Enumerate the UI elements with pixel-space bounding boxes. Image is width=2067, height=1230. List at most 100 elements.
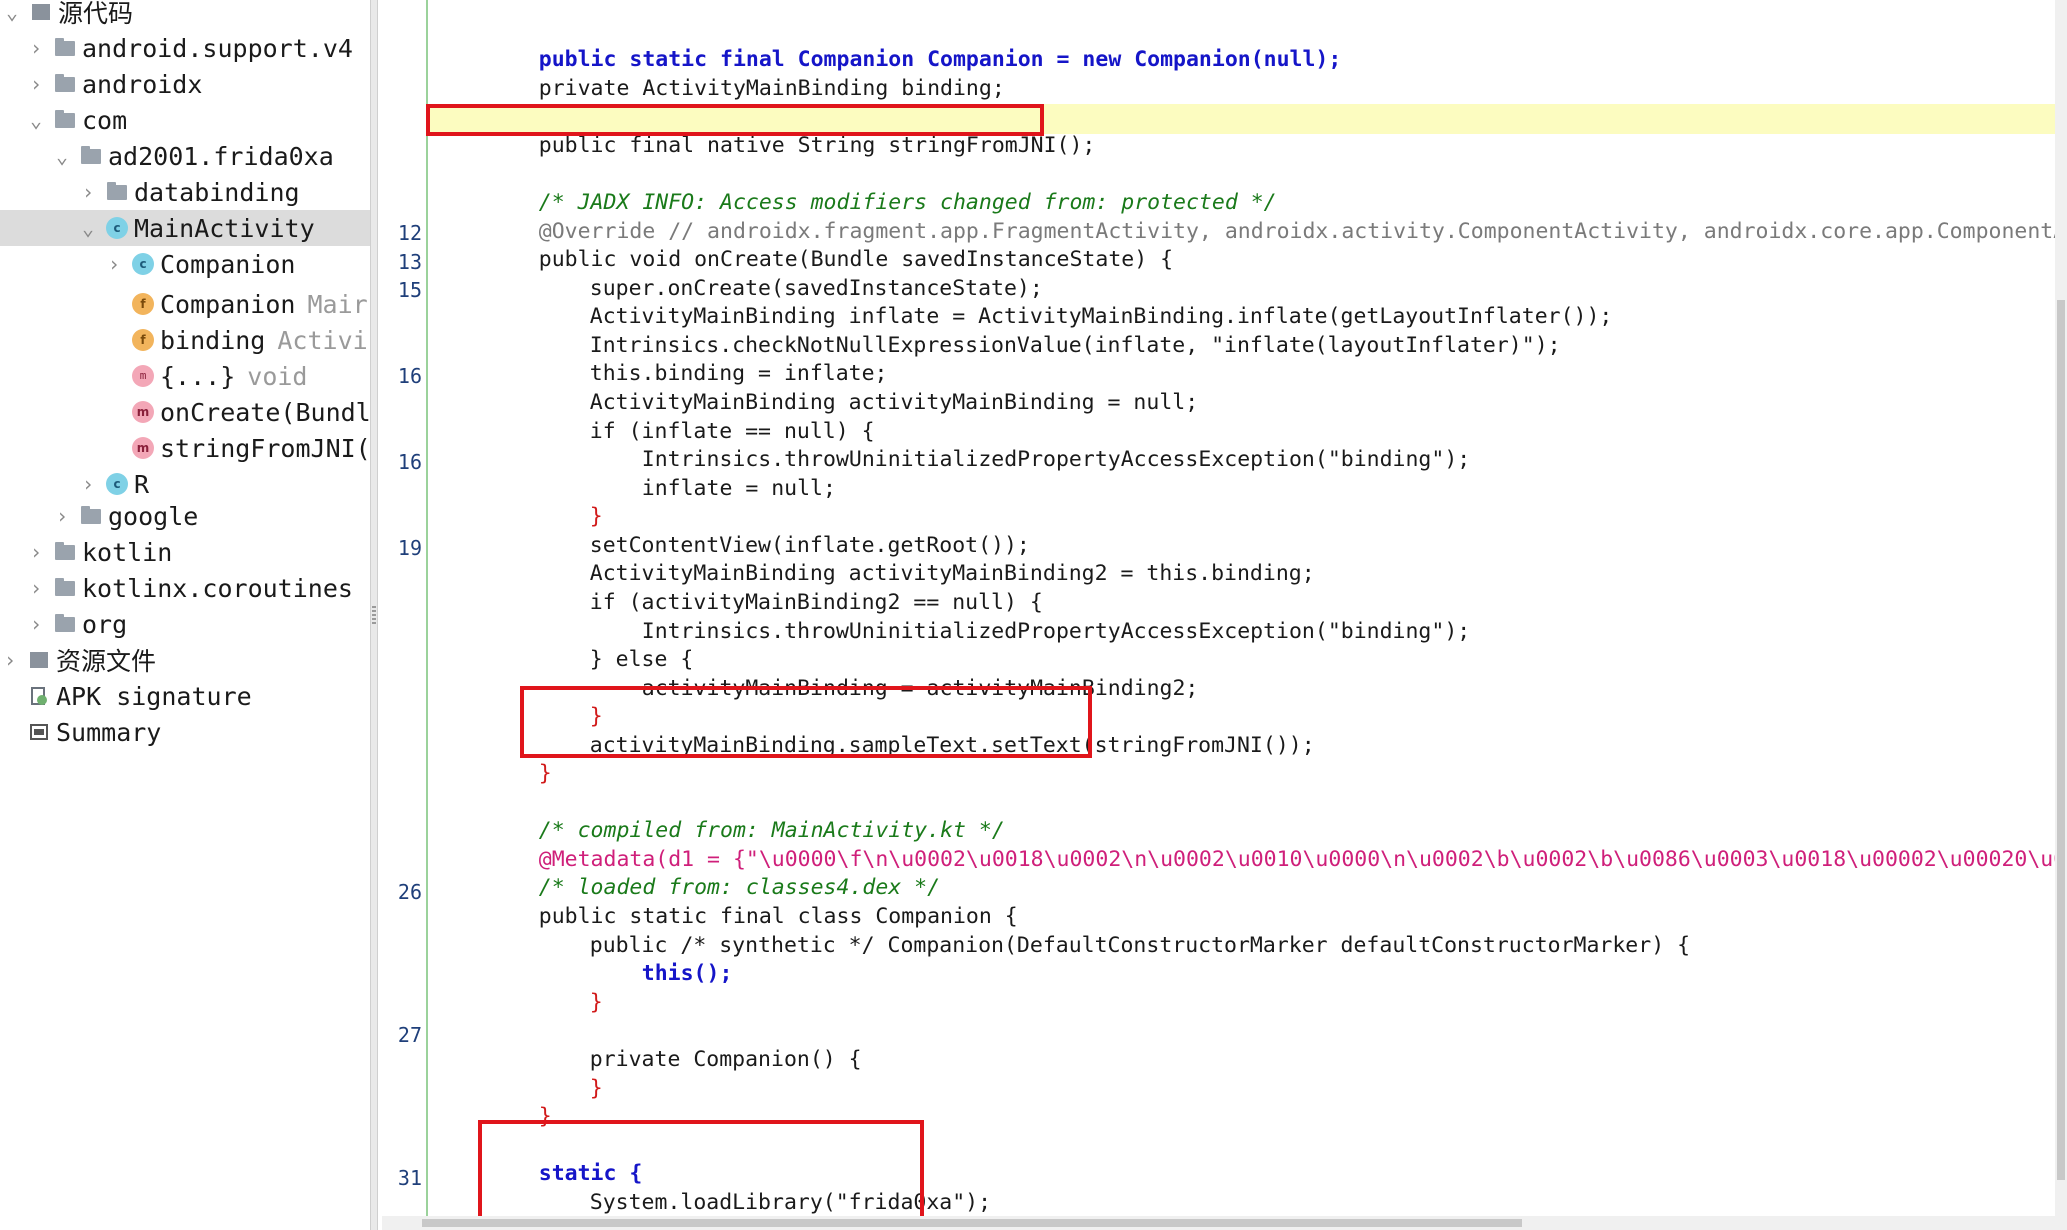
- package-folder-icon: [54, 73, 76, 95]
- code-line[interactable]: }: [487, 1075, 552, 1129]
- code-line[interactable]: public static final class Companion {: [487, 875, 1018, 929]
- chevron-down-icon[interactable]: ⌄: [52, 144, 72, 168]
- line-number-gutter: 12 13 15 16 16 19 26 27 31: [382, 0, 428, 1230]
- field-icon: f: [132, 329, 154, 351]
- chevron-down-icon[interactable]: ⌄: [78, 216, 98, 240]
- tree-item-kotlinx[interactable]: › kotlinx.coroutines: [0, 570, 370, 606]
- tree-item-resources[interactable]: › 资源文件: [0, 642, 370, 678]
- code-line[interactable]: }: [538, 1047, 603, 1101]
- code-line[interactable]: }: [538, 675, 603, 729]
- code-editor[interactable]: 12 13 15 16 16 19 26 27 31 public static…: [382, 0, 2067, 1230]
- line-number: 26: [397, 880, 422, 904]
- tree-item-google[interactable]: › google: [0, 498, 370, 534]
- splitter-grip[interactable]: [372, 606, 376, 626]
- code-line[interactable]: ActivityMainBinding activityMainBinding …: [538, 361, 1198, 415]
- tree-item-source[interactable]: ⌄ 源代码: [0, 0, 370, 30]
- code-comment[interactable]: /* JADX INFO: Access modifiers changed f…: [487, 161, 1277, 215]
- code-line[interactable]: if (inflate == null) {: [538, 390, 875, 444]
- code-line[interactable]: inflate = null;: [590, 447, 836, 501]
- chevron-right-icon[interactable]: ›: [78, 180, 98, 204]
- summary-icon: [28, 721, 50, 743]
- tree-item-binding-field[interactable]: f binding Activi: [0, 322, 370, 358]
- method-icon: m: [132, 401, 154, 423]
- chevron-right-icon[interactable]: ›: [26, 576, 46, 600]
- class-icon: c: [106, 473, 128, 495]
- code-line[interactable]: public /* synthetic */ Companion(Default…: [538, 904, 1690, 958]
- chevron-right-icon[interactable]: ›: [104, 252, 124, 276]
- code-line[interactable]: }: [487, 732, 552, 786]
- chevron-right-icon[interactable]: ›: [26, 612, 46, 636]
- code-comment[interactable]: /* compiled from: MainActivity.kt */: [487, 789, 1005, 843]
- tree-item-kotlin[interactable]: › kotlin: [0, 534, 370, 570]
- chevron-right-icon[interactable]: ›: [78, 472, 98, 496]
- code-line[interactable]: private Companion() {: [538, 1018, 862, 1072]
- tree-item-databinding[interactable]: › databinding: [0, 174, 370, 210]
- chevron-right-icon[interactable]: ›: [26, 36, 46, 60]
- tree-item-ad2001[interactable]: ⌄ ad2001.frida0xa: [0, 138, 370, 174]
- scrollbar-thumb[interactable]: [422, 1219, 1522, 1227]
- code-line[interactable]: }: [538, 961, 603, 1015]
- tree-item-label: databinding: [134, 177, 300, 207]
- code-text: this();: [641, 961, 733, 986]
- code-text: public final native String stringFromJNI…: [538, 133, 1096, 158]
- code-line[interactable]: this.binding = inflate;: [538, 332, 888, 386]
- tree-item-org[interactable]: › org: [0, 606, 370, 642]
- tree-item-label: com: [82, 105, 128, 135]
- horizontal-scrollbar[interactable]: [382, 1216, 2055, 1230]
- code-line-static-block[interactable]: static {: [487, 1132, 643, 1186]
- code-line-native-method[interactable]: public final native String stringFromJNI…: [487, 104, 1096, 158]
- tree-item-r[interactable]: › c R: [0, 466, 370, 502]
- code-line[interactable]: public static final Companion Companion …: [487, 18, 1342, 72]
- chevron-right-icon[interactable]: ›: [26, 540, 46, 564]
- tree-item-android-support[interactable]: › android.support.v4: [0, 30, 370, 66]
- code-line[interactable]: this();: [590, 932, 733, 986]
- code-line[interactable]: activityMainBinding = activityMainBindin…: [590, 647, 1199, 701]
- tree-item-summary[interactable]: Summary: [0, 714, 370, 750]
- chevron-right-icon[interactable]: ›: [52, 504, 72, 528]
- code-line[interactable]: }: [487, 1189, 552, 1230]
- tree-item-label: stringFromJNI(: [160, 433, 370, 463]
- code-line[interactable]: ActivityMainBinding activityMainBinding2…: [538, 532, 1315, 586]
- code-line[interactable]: Intrinsics.throwUninitializedPropertyAcc…: [590, 418, 1470, 472]
- vertical-scrollbar[interactable]: [2055, 0, 2067, 1230]
- code-line-settext[interactable]: activityMainBinding.sampleText.setText(s…: [538, 704, 1315, 758]
- code-line[interactable]: if (activityMainBinding2 == null) {: [538, 561, 1043, 615]
- tree-item-static-init[interactable]: m {...} void: [0, 358, 370, 394]
- tree-item-stringfromjni[interactable]: m stringFromJNI(: [0, 430, 370, 466]
- code-line[interactable]: ActivityMainBinding inflate = ActivityMa…: [538, 275, 1613, 329]
- code-line-loadlibrary[interactable]: System.loadLibrary("frida0xa");: [538, 1161, 991, 1215]
- code-comment[interactable]: /* loaded from: classes4.dex */: [487, 846, 940, 900]
- code-line[interactable]: private ActivityMainBinding binding;: [487, 47, 1005, 101]
- chevron-down-icon[interactable]: ⌄: [26, 108, 46, 132]
- tree-item-label: kotlin: [82, 537, 173, 567]
- tree-item-label: APK signature: [56, 681, 252, 711]
- code-annotation[interactable]: @Metadata(d1 = {"\u0000\f\n\u0002\u0018\…: [487, 818, 2067, 872]
- chevron-right-icon[interactable]: ›: [26, 72, 46, 96]
- class-icon: c: [106, 217, 128, 239]
- code-line[interactable]: super.onCreate(savedInstanceState);: [538, 247, 1043, 301]
- code-text: System.loadLibrary("frida0xa");: [589, 1190, 992, 1215]
- tree-item-label: MainActivity: [134, 213, 315, 243]
- code-text: private ActivityMainBinding binding;: [538, 76, 1005, 101]
- panel-splitter[interactable]: [370, 0, 378, 1230]
- code-line[interactable]: setContentView(inflate.getRoot());: [538, 504, 1030, 558]
- tree-item-label: 资源文件: [56, 647, 157, 676]
- tree-item-companion-field[interactable]: f Companion Mair: [0, 286, 370, 322]
- code-line[interactable]: public void onCreate(Bundle savedInstanc…: [487, 218, 1173, 272]
- project-tree[interactable]: ⌄ 源代码 › android.support.v4 › androidx ⌄ …: [0, 0, 370, 1230]
- tree-item-com[interactable]: ⌄ com: [0, 102, 370, 138]
- tree-item-companion-class[interactable]: › c Companion: [0, 246, 370, 282]
- scrollbar-thumb[interactable]: [2057, 300, 2065, 1180]
- code-line[interactable]: }: [538, 475, 603, 529]
- tree-item-mainactivity[interactable]: ⌄ c MainActivity: [0, 210, 370, 246]
- code-line[interactable]: Intrinsics.checkNotNullExpressionValue(i…: [538, 304, 1561, 358]
- tree-item-androidx[interactable]: › androidx: [0, 66, 370, 102]
- code-line[interactable]: Intrinsics.throwUninitializedPropertyAcc…: [590, 590, 1470, 644]
- line-number: 27: [397, 1023, 422, 1047]
- chevron-down-icon[interactable]: ⌄: [2, 0, 22, 24]
- code-annotation[interactable]: @Override // androidx.fragment.app.Fragm…: [487, 190, 2067, 244]
- code-line[interactable]: } else {: [538, 618, 694, 672]
- tree-item-apk-signature[interactable]: APK signature: [0, 678, 370, 714]
- tree-item-oncreate[interactable]: m onCreate(Bundl: [0, 394, 370, 430]
- chevron-right-icon[interactable]: ›: [0, 648, 20, 672]
